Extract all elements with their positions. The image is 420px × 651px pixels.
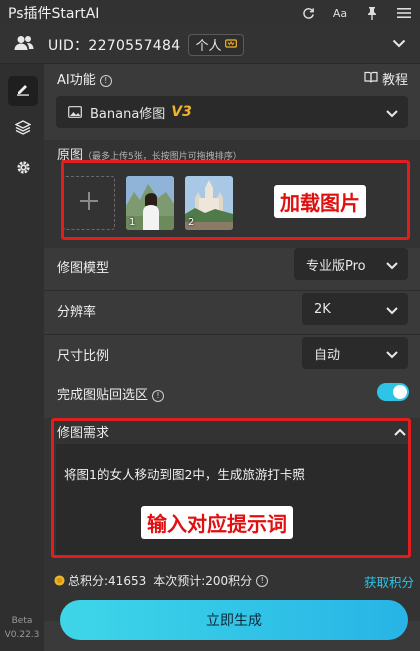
paste-back-text: 完成图贴回选区	[57, 388, 149, 403]
info-icon[interactable]: !	[256, 574, 269, 587]
tutorial-label: 教程	[381, 73, 408, 88]
edit-tab[interactable]	[8, 76, 38, 106]
chevron-down-icon[interactable]	[392, 37, 406, 52]
annotation-enter-prompt: 输入对应提示词	[141, 506, 293, 539]
chevron-down-icon	[386, 304, 398, 319]
layers-icon	[14, 119, 32, 139]
ai-function-label: AI功能!	[57, 69, 112, 88]
pencil-icon	[16, 82, 30, 100]
version-beta: Beta	[11, 616, 33, 626]
aspect-ratio-value: 自动	[314, 347, 341, 363]
tutorial-link[interactable]: 教程	[364, 69, 408, 88]
refresh-icon[interactable]	[300, 5, 316, 21]
font-size-icon[interactable]: Aa	[332, 5, 348, 21]
layers-tab[interactable]	[8, 114, 38, 144]
menu-icon[interactable]	[396, 5, 412, 21]
divider	[44, 334, 420, 335]
book-icon	[364, 71, 378, 87]
crown-icon	[225, 37, 238, 52]
annotation-load-images: 加载图片	[274, 185, 366, 218]
version-badge: V3	[171, 104, 192, 120]
paste-back-toggle[interactable]	[377, 383, 409, 401]
uid-text: UID：2270557484	[48, 37, 181, 54]
paste-back-label: 完成图贴回选区!	[57, 384, 165, 403]
gear-icon	[16, 160, 31, 179]
resolution-label: 分辨率	[57, 305, 97, 320]
chevron-down-icon	[386, 107, 398, 122]
image-icon	[68, 106, 82, 118]
aspect-ratio-select[interactable]: 自动	[302, 337, 408, 369]
estimated-cost: 本次预计:200积分	[153, 574, 253, 588]
model-label: 修图模型	[57, 261, 110, 276]
user-bar: UID：2270557484 个人	[0, 26, 420, 64]
chevron-down-icon	[386, 348, 398, 363]
title-bar: Ps插件StartAI Aa	[0, 0, 420, 26]
aspect-ratio-label: 尺寸比例	[57, 349, 110, 364]
resolution-select[interactable]: 2K	[302, 293, 408, 325]
model-select[interactable]: 专业版Pro	[294, 248, 408, 280]
sidebar: Beta V0.22.3	[0, 64, 44, 651]
app-title: Ps插件StartAI	[8, 6, 100, 22]
model-value: 专业版Pro	[306, 258, 366, 274]
main-panel: AI功能! 教程 Banana修图 V3 原图（最多上传5张，长按图片可拖拽排序…	[44, 64, 420, 651]
generate-label: 立即生成	[206, 613, 262, 629]
coin-icon	[54, 575, 65, 586]
info-icon[interactable]: !	[99, 75, 112, 87]
resolution-value: 2K	[314, 301, 331, 317]
divider	[44, 290, 420, 291]
generate-button[interactable]: 立即生成	[60, 600, 408, 640]
total-points: 总积分:41653	[68, 574, 147, 588]
version-number: V0.22.3	[4, 630, 40, 640]
settings-tab[interactable]	[8, 154, 38, 184]
users-icon[interactable]	[14, 35, 34, 55]
info-icon[interactable]: !	[152, 390, 165, 402]
ai-model-value: Banana修图	[90, 106, 166, 122]
ai-function-text: AI功能	[57, 73, 96, 88]
account-type-badge[interactable]: 个人	[188, 33, 245, 56]
get-points-link[interactable]: 获取积分	[364, 572, 414, 591]
ai-model-select[interactable]: Banana修图 V3	[56, 96, 408, 128]
account-type-label: 个人	[195, 39, 222, 54]
pin-icon[interactable]	[364, 5, 380, 21]
chevron-down-icon	[386, 259, 398, 274]
points-info: 总积分:41653 本次预计:200积分 !	[54, 572, 269, 589]
